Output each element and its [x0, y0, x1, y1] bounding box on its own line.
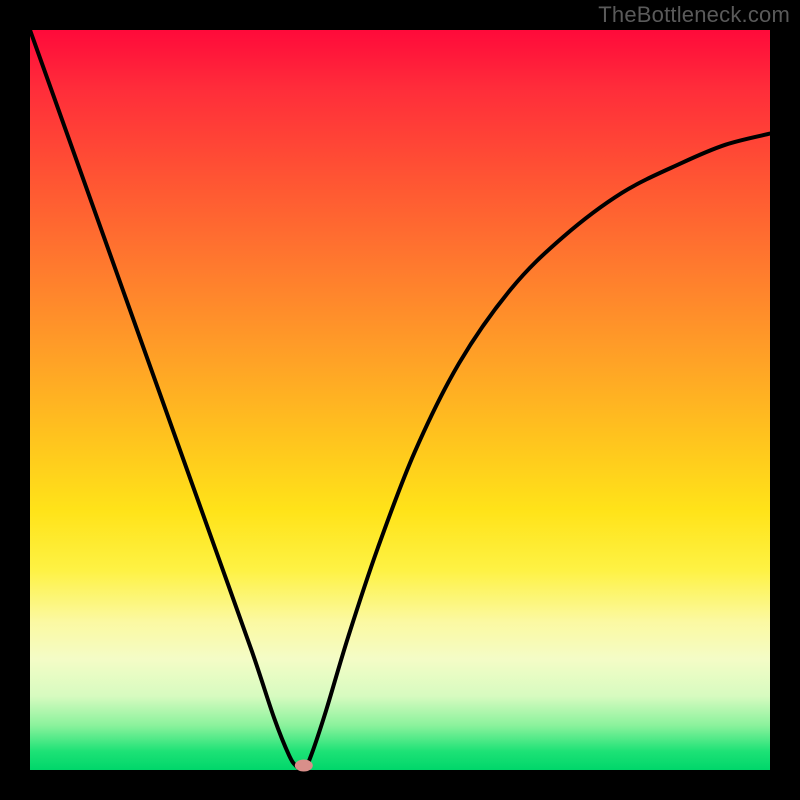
min-marker [295, 760, 313, 772]
plot-area [30, 30, 770, 770]
chart-frame: TheBottleneck.com [0, 0, 800, 800]
watermark-text: TheBottleneck.com [598, 2, 790, 28]
bottleneck-curve [30, 30, 770, 771]
curve-svg [30, 30, 770, 770]
